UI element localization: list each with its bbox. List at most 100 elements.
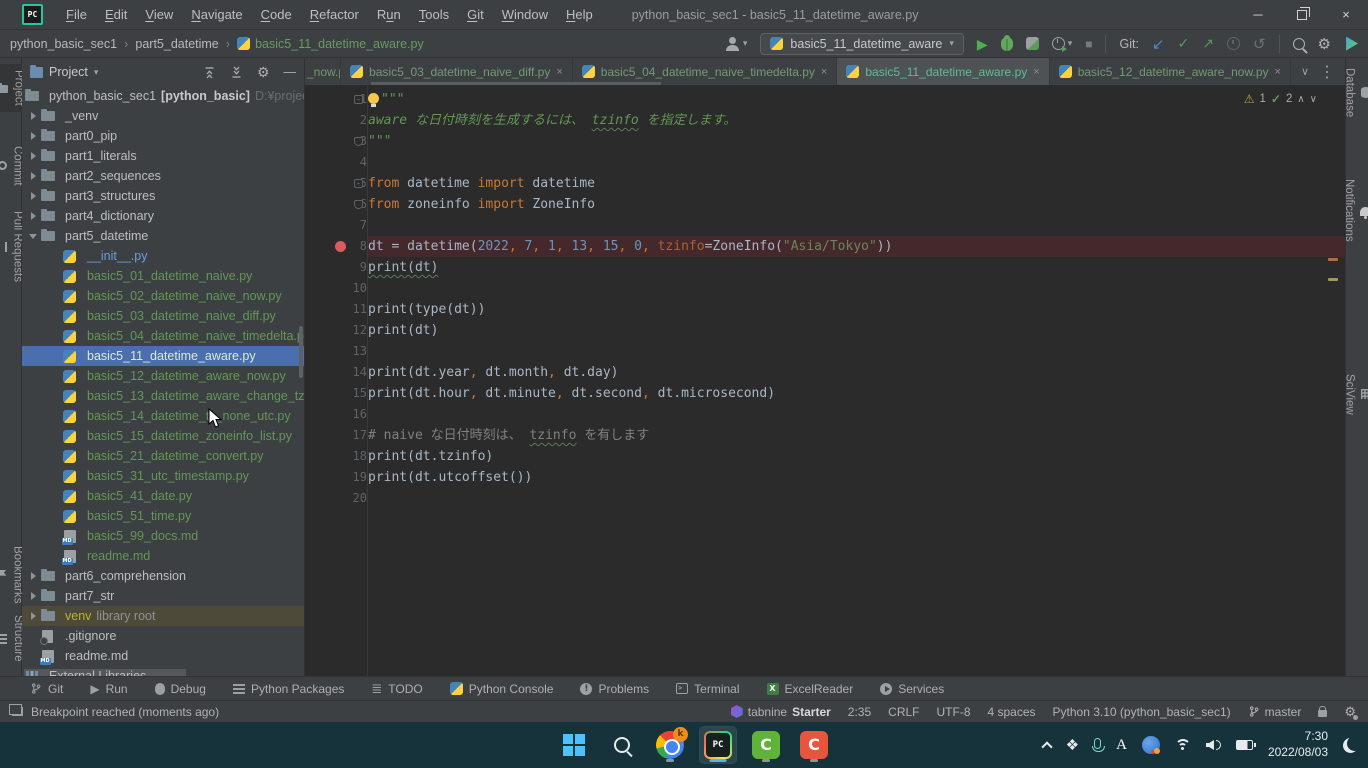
minimize-button[interactable]: ─ <box>1236 0 1280 29</box>
expanded-arrow-icon[interactable] <box>26 234 40 239</box>
taskbar-camtasia-button[interactable]: C <box>748 727 784 763</box>
breakpoint-icon[interactable] <box>335 241 346 252</box>
line-separator-indicator[interactable]: CRLF <box>888 705 919 719</box>
tree-row[interactable]: basic5_99_docs.md <box>22 526 304 546</box>
next-problem-button[interactable]: ∨ <box>1310 94 1317 105</box>
error-stripe-mark[interactable] <box>1328 258 1338 261</box>
profiler-button[interactable]: ▾ <box>1052 37 1073 50</box>
tree-row[interactable]: basic5_41_date.py <box>22 486 304 506</box>
toolwindow-button-services[interactable]: Services <box>880 682 944 696</box>
tree-row[interactable]: basic5_31_utc_timestamp.py <box>22 466 304 486</box>
gutter[interactable]: 2 <box>305 110 367 131</box>
menu-window[interactable]: Window <box>493 0 557 29</box>
close-tab-icon[interactable]: × <box>1033 66 1039 78</box>
tree-row[interactable]: basic5_03_datetime_naive_diff.py <box>22 306 304 326</box>
tab-scrollbar[interactable] <box>371 82 661 85</box>
tree-row[interactable]: part2_sequences <box>22 166 304 186</box>
editor-tab[interactable]: basic5_03_datetime_naive_diff.py× <box>341 58 573 85</box>
stripe-button-bookmarks[interactable]: Bookmarks <box>0 540 24 610</box>
fold-marker-icon[interactable]: - <box>354 95 363 104</box>
history-button[interactable] <box>1227 37 1240 50</box>
tree-row[interactable]: basic5_12_datetime_aware_now.py <box>22 366 304 386</box>
collapsed-arrow-icon[interactable] <box>26 172 40 180</box>
tree-row[interactable]: part1_literals <box>22 146 304 166</box>
gutter[interactable]: 10 <box>305 278 367 299</box>
tree-row[interactable]: basic5_11_datetime_aware.py <box>22 346 304 366</box>
gutter[interactable]: 6 <box>305 194 367 215</box>
tree-row[interactable]: basic5_14_datetime_tz_none_utc.py <box>22 406 304 426</box>
menu-edit[interactable]: Edit <box>96 0 136 29</box>
gutter[interactable]: 1- <box>305 89 367 110</box>
microphone-icon[interactable] <box>1094 738 1101 749</box>
search-everywhere-button[interactable] <box>1293 38 1305 50</box>
gutter[interactable]: 19 <box>305 467 367 488</box>
tree-row[interactable]: venvlibrary root <box>22 606 304 626</box>
encoding-indicator[interactable]: UTF-8 <box>937 705 971 719</box>
collapsed-arrow-icon[interactable] <box>26 132 40 140</box>
debug-button[interactable] <box>1001 37 1013 51</box>
editor-tab[interactable]: basic5_12_datetime_aware_now.py× <box>1050 58 1291 85</box>
fold-marker-icon[interactable] <box>354 200 363 209</box>
taskbar-search-button[interactable] <box>604 727 640 763</box>
toolwindow-button-debug[interactable]: Debug <box>155 682 206 696</box>
tree-row[interactable]: readme.md <box>22 546 304 566</box>
tree-row[interactable]: External Libraries <box>22 666 304 676</box>
stripe-button-notifications[interactable]: Notifications <box>1343 173 1368 248</box>
menu-refactor[interactable]: Refactor <box>301 0 368 29</box>
taskbar-chrome-button[interactable]: k <box>652 727 688 763</box>
tray-app-icon[interactable] <box>1142 736 1160 754</box>
gutter[interactable]: 8 <box>305 236 367 257</box>
close-button[interactable]: × <box>1324 0 1368 29</box>
gutter[interactable]: 14 <box>305 362 367 383</box>
tray-overflow-chevron-icon[interactable] <box>1041 741 1052 752</box>
run-with-coverage-button[interactable] <box>1026 37 1039 50</box>
toolwindow-button-git[interactable]: Git <box>30 682 63 696</box>
intention-bulb-icon[interactable] <box>368 93 379 104</box>
stripe-button-commit[interactable]: Commit <box>0 140 24 192</box>
tree-row[interactable]: readme.md <box>22 646 304 666</box>
tab-options-kebab-icon[interactable]: ⋮ <box>1319 62 1335 82</box>
collapsed-arrow-icon[interactable] <box>26 612 40 620</box>
tree-row[interactable]: _venv <box>22 106 304 126</box>
stripe-button-structure[interactable]: Structure <box>0 609 24 668</box>
collapse-all-button[interactable] <box>230 66 243 79</box>
git-commit-button[interactable]: ✓ <box>1178 35 1190 52</box>
interpreter-indicator[interactable]: Python 3.10 (python_basic_sec1) <box>1053 705 1231 719</box>
maximize-button[interactable] <box>1280 0 1324 29</box>
tree-row[interactable]: part7_str <box>22 586 304 606</box>
volume-icon[interactable] <box>1206 740 1221 750</box>
dropbox-icon[interactable]: ❖ <box>1066 736 1079 754</box>
gutter[interactable]: 20 <box>305 488 367 509</box>
inspections-widget[interactable]: ⚠ 1 ✓ 2 ∧ ∨ <box>1244 92 1317 106</box>
tree-row[interactable]: basic5_13_datetime_aware_change_tz.py <box>22 386 304 406</box>
menu-help[interactable]: Help <box>557 0 602 29</box>
gutter[interactable]: 15 <box>305 383 367 404</box>
tree-row[interactable]: basic5_21_datetime_convert.py <box>22 446 304 466</box>
gutter[interactable]: 12 <box>305 320 367 341</box>
editor-tab[interactable]: basic5_04_datetime_naive_timedelta.py× <box>573 58 838 85</box>
tree-row[interactable]: basic5_15_datetime_zoneinfo_list.py <box>22 426 304 446</box>
git-push-button[interactable]: ↗ <box>1202 35 1214 52</box>
close-tab-icon[interactable]: × <box>821 66 827 78</box>
lock-icon[interactable] <box>1318 710 1327 717</box>
rollback-button[interactable]: ↺ <box>1253 35 1266 53</box>
battery-icon[interactable] <box>1236 740 1253 750</box>
project-view-select[interactable]: Project <box>49 65 88 79</box>
tree-row[interactable]: part6_comprehension <box>22 566 304 586</box>
toolwindow-button-python-console[interactable]: Python Console <box>450 682 554 696</box>
git-update-button[interactable]: ↙ <box>1152 35 1165 53</box>
tree-row[interactable]: part3_structures <box>22 186 304 206</box>
stripe-button-pull-requests[interactable]: Pull Requests <box>0 205 24 288</box>
tree-row[interactable]: .gitignore <box>22 626 304 646</box>
stripe-button-project[interactable]: Project <box>0 64 25 112</box>
menu-file[interactable]: File <box>57 0 96 29</box>
user-account-button[interactable]: ▾ <box>725 37 748 51</box>
start-button[interactable] <box>556 727 592 763</box>
collapsed-arrow-icon[interactable] <box>26 572 40 580</box>
menu-code[interactable]: Code <box>252 0 301 29</box>
gutter[interactable]: 16 <box>305 404 367 425</box>
prev-problem-button[interactable]: ∧ <box>1297 94 1304 105</box>
tree-row[interactable]: part5_datetime <box>22 226 304 246</box>
hidden-tabs-button[interactable]: ∨ <box>1301 65 1309 78</box>
collapsed-arrow-icon[interactable] <box>26 212 40 220</box>
